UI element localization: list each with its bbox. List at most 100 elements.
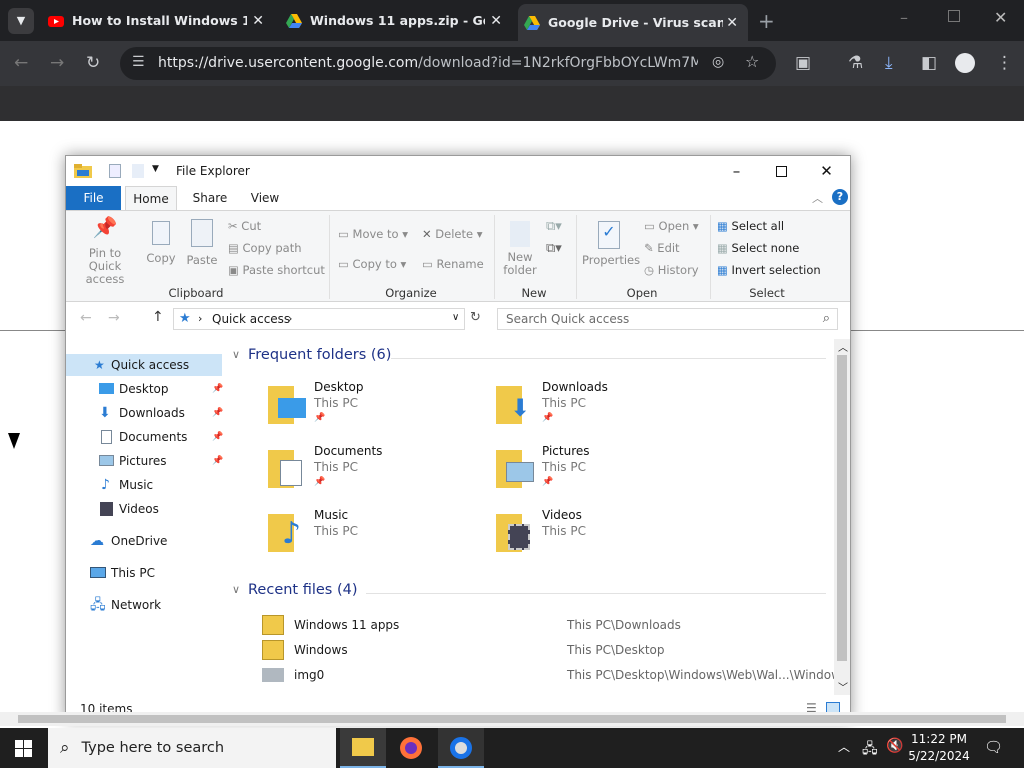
nav-back-icon[interactable]: ← [80,310,92,326]
copy-button[interactable]: Copy [146,221,176,265]
recent-file-row[interactable]: img0 This PC\Desktop\Windows\Web\Wal...\… [226,663,834,687]
explorer-address-bar[interactable]: ★ › Quick access › ∨ [173,308,465,330]
properties-button[interactable]: ✓ Properties [582,221,640,267]
close-tab-icon[interactable]: ✕ [490,13,502,29]
nav-item-downloads[interactable]: ⬇ Downloads 📌 [66,402,223,424]
bookmark-star-icon[interactable]: ☆ [745,52,759,71]
tab-file[interactable]: File [66,186,121,210]
page-horizontal-scrollbar[interactable] [0,712,1024,726]
address-bar[interactable]: ☰ https://drive.usercontent.google.com/d… [120,47,776,80]
folder-desktop[interactable]: Desktop This PC 📌 [266,380,486,436]
help-icon[interactable]: ? [832,189,848,205]
recent-file-row[interactable]: Windows 11 apps This PC\Downloads [226,613,834,637]
collapse-chevron-icon[interactable]: ∨ [232,583,240,596]
new-tab-icon[interactable]: + [758,9,775,33]
taskbar-file-explorer[interactable] [340,728,386,768]
scroll-thumb[interactable] [837,355,847,661]
select-none-button[interactable]: ▦ Select none [717,241,799,255]
recent-files-header[interactable]: Recent files (4) [248,582,358,598]
new-folder-button[interactable]: New folder [502,221,538,277]
tab-home[interactable]: Home [125,186,177,210]
paste-button[interactable]: Paste [186,219,218,267]
minimize-window-icon[interactable]: – [900,8,908,27]
address-dropdown-icon[interactable]: ∨ [452,312,459,323]
close-button[interactable]: ✕ [804,158,849,184]
folder-music[interactable]: ♪ Music This PC [266,508,486,564]
invert-selection-button[interactable]: ▦ Invert selection [717,263,821,277]
tab-youtube[interactable]: How to Install Windows 11 Excl ✕ [44,0,274,41]
notification-center-icon[interactable]: 🗨 [984,738,1003,756]
site-info-icon[interactable]: ☰ [132,54,145,70]
nav-item-documents[interactable]: Documents 📌 [66,426,223,448]
nav-up-icon[interactable]: ↑ [152,309,164,325]
folder-videos[interactable]: Videos This PC [494,508,714,564]
folder-documents[interactable]: Documents This PC 📌 [266,444,486,500]
close-tab-icon[interactable]: ✕ [726,15,738,31]
taskbar-firefox[interactable] [400,737,422,759]
new-item-icon[interactable]: ⧉▾ [546,219,562,234]
download-icon[interactable]: ⤓ [885,53,893,73]
tab-search-dropdown[interactable]: ▼ [8,8,34,34]
scroll-down-icon[interactable]: ﹀ [838,679,848,694]
nav-onedrive[interactable]: ☁ OneDrive [66,530,222,552]
maximize-button[interactable] [759,158,804,184]
forward-icon[interactable]: → [50,53,64,73]
tab-virus-scan-warning[interactable]: Google Drive - Virus scan warn ✕ [518,4,748,41]
scroll-up-icon[interactable]: ︿ [838,339,848,354]
reload-icon[interactable]: ↻ [86,53,100,73]
menu-kebab-icon[interactable]: ⋮ [996,53,1013,73]
nav-item-pictures[interactable]: Pictures 📌 [66,450,223,472]
folder-downloads[interactable]: ⬇ Downloads This PC 📌 [494,380,714,436]
copy-to-button[interactable]: ▭ Copy to ▾ [338,257,406,271]
profile-avatar-icon[interactable] [955,53,975,73]
move-to-button[interactable]: ▭ Move to ▾ [338,227,408,241]
nav-quick-access[interactable]: ★ Quick access [66,354,222,376]
copy-path-button[interactable]: ▤ Copy path [228,241,302,255]
restore-window-icon[interactable] [948,10,960,22]
edit-button[interactable]: ✎ Edit [644,241,680,255]
folder-pictures[interactable]: Pictures This PC 📌 [494,444,714,500]
taskbar-search[interactable]: ⌕ Type here to search [48,728,336,768]
customize-toolbar-chevron-icon[interactable]: ▼ [152,164,159,174]
frequent-folders-header[interactable]: Frequent folders (6) [248,347,391,363]
quick-access-properties-icon[interactable] [109,164,121,178]
network-icon[interactable]: 🖧 [862,738,878,762]
breadcrumb-quick-access[interactable]: Quick access [212,312,290,326]
nav-this-pc[interactable]: This PC [66,562,222,584]
delete-button[interactable]: ✕ Delete ▾ [422,227,483,241]
nav-item-music[interactable]: ♪ Music [66,474,222,496]
show-hidden-icons-chevron[interactable]: ︿ [838,738,850,755]
explorer-search-input[interactable]: Search Quick access ⌕ [497,308,838,330]
back-icon[interactable]: ← [14,53,28,73]
tab-view[interactable]: View [244,186,286,210]
collapse-ribbon-icon[interactable]: ︿ [812,190,823,206]
side-panel-icon[interactable]: ◧ [921,53,937,73]
rename-button[interactable]: ▭ Rename [422,257,484,271]
tab-google-drive-zip[interactable]: Windows 11 apps.zip - Google ✕ [282,0,512,41]
content-scrollbar[interactable]: ︿ ﹀ [834,339,850,695]
refresh-icon[interactable]: ↻ [470,310,481,325]
history-button[interactable]: ◷ History [644,263,699,277]
paste-shortcut-button[interactable]: ▣ Paste shortcut [228,263,325,277]
easy-access-icon[interactable]: ⧉▾ [546,241,562,256]
pin-quick-access-button[interactable]: 📌 Pin to Quick access [72,217,138,286]
quick-access-new-folder-icon[interactable] [132,164,144,178]
nav-network[interactable]: 🖧 Network [66,594,222,616]
labs-flask-icon[interactable]: ⚗ [848,53,863,73]
collapse-chevron-icon[interactable]: ∨ [232,348,240,361]
tab-share[interactable]: Share [186,186,234,210]
taskbar-chrome[interactable] [438,728,484,768]
recent-file-row[interactable]: Windows This PC\Desktop [226,638,834,662]
windows-start-icon[interactable] [15,740,32,757]
nav-forward-icon[interactable]: → [108,310,120,326]
extensions-icon[interactable]: ▣ [795,53,811,73]
volume-muted-icon[interactable]: 🔇 [886,738,903,754]
clock[interactable]: 11:22 PM 5/22/2024 [904,731,974,765]
cut-button[interactable]: ✂ Cut [228,219,261,233]
open-button[interactable]: ▭ Open ▾ [644,219,699,233]
eye-off-icon[interactable]: ◎ [712,54,724,70]
close-tab-icon[interactable]: ✕ [252,13,264,29]
close-window-icon[interactable]: ✕ [994,8,1007,27]
scroll-thumb[interactable] [18,715,1006,723]
select-all-button[interactable]: ▦ Select all [717,219,784,233]
